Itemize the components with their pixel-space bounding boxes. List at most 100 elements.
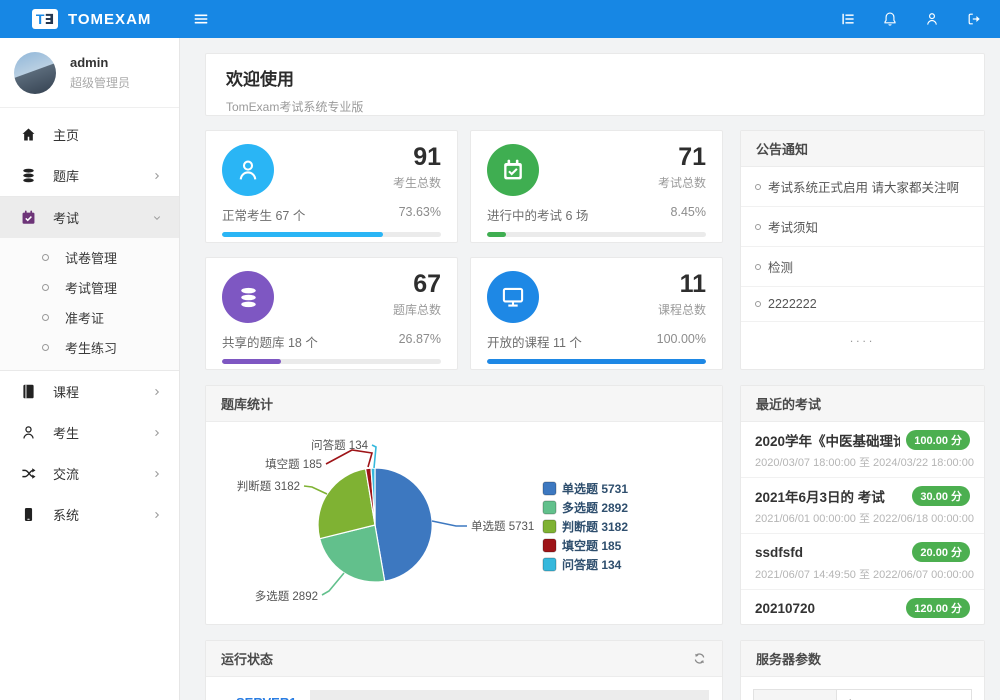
table-row: 服务器名称 demo-pro.tomexam.com bbox=[754, 690, 972, 700]
legend-item[interactable]: 判断题 3182 bbox=[543, 519, 628, 534]
stat-footer-text: 正常考生 67 个 bbox=[222, 205, 305, 224]
sidebar-item-home[interactable]: 主页 bbox=[0, 114, 179, 155]
sidebar-subitem-label: 准考证 bbox=[65, 308, 104, 327]
announcement-text: 考试须知 bbox=[768, 217, 818, 236]
pie-label: 问答题 134 bbox=[311, 438, 368, 452]
announcement-list: 考试系统正式启用 请大家都关注啊考试须知检测2222222 bbox=[741, 167, 984, 322]
brand-text: TOMEXAM bbox=[68, 11, 151, 28]
announcement-item[interactable]: 检测 bbox=[741, 247, 984, 287]
sidebar-subitem-admission-ticket[interactable]: 准考证 bbox=[0, 302, 179, 332]
page-title: 欢迎使用 bbox=[226, 65, 964, 90]
sidebar-group-system: 系统 bbox=[0, 494, 179, 535]
exam-date-range: 2021/07/20 18:36:10 至 2022/07/20 00:00:0… bbox=[755, 622, 970, 625]
sidebar-item-label: 题库 bbox=[53, 166, 151, 185]
sidebar-item-examinee[interactable]: 考生 bbox=[0, 412, 179, 453]
sidebar-item-communication[interactable]: 交流 bbox=[0, 453, 179, 494]
menu-toggle-button[interactable] bbox=[192, 10, 210, 28]
svg-text:单选题 5731: 单选题 5731 bbox=[562, 481, 628, 496]
exam-item[interactable]: 2021年6月3日的 考试 30.00 分 2021/06/01 00:00:0… bbox=[741, 478, 984, 534]
legend-item[interactable]: 多选题 2892 bbox=[543, 500, 628, 515]
question-stats-pie-chart: 单选题 5731 多选题 2892 判断题 3182 填空题 185 问答题 134 单选… bbox=[206, 422, 722, 625]
progress-fill bbox=[487, 232, 506, 237]
sidebar-group-question-bank: 题库 bbox=[0, 155, 179, 196]
app-root: T∃ TOMEXAM admin 超级管理员 主页题库考试试卷管理考试管理准考证… bbox=[0, 0, 1000, 700]
sidebar-item-question-bank[interactable]: 题库 bbox=[0, 155, 179, 196]
sidebar-subitem-label: 试卷管理 bbox=[65, 248, 117, 267]
bell-icon[interactable] bbox=[882, 11, 898, 27]
stat-footer-text: 共享的题库 18 个 bbox=[222, 332, 318, 351]
exam-item[interactable]: 20210720 120.00 分 2021/07/20 18:36:10 至 … bbox=[741, 590, 984, 625]
sidebar-item-exam[interactable]: 考试 bbox=[0, 197, 179, 238]
exam-item[interactable]: 2020学年《中医基础理论》 100.00 分 2020/03/07 18:00… bbox=[741, 422, 984, 478]
announcement-item[interactable]: 2222222 bbox=[741, 287, 984, 322]
brand[interactable]: T∃ TOMEXAM bbox=[0, 9, 180, 29]
sidebar-group-exam: 考试试卷管理考试管理准考证考生练习 bbox=[0, 196, 179, 371]
sidebar-subitem-examinee-practice[interactable]: 考生练习 bbox=[0, 332, 179, 362]
sidebar-item-label: 课程 bbox=[53, 382, 151, 401]
sidebar-item-label: 考试 bbox=[53, 208, 151, 227]
sidebar-group-home: 主页 bbox=[0, 114, 179, 155]
stat-value: 67 bbox=[274, 271, 441, 297]
pie-label: 单选题 5731 bbox=[471, 520, 534, 533]
topbar-actions bbox=[840, 11, 1000, 27]
circle-icon bbox=[755, 224, 761, 230]
stat-percent: 8.45% bbox=[671, 205, 706, 224]
stat-footer-text: 进行中的考试 6 场 bbox=[487, 205, 588, 224]
announcements-more[interactable]: .... bbox=[741, 322, 984, 354]
run-status-chart-area bbox=[310, 690, 709, 700]
recent-exams-panel: 最近的考试 2020学年《中医基础理论》 100.00 分 2020/03/07… bbox=[740, 385, 985, 625]
circle-icon bbox=[755, 301, 761, 307]
circle-icon bbox=[755, 184, 761, 190]
announcement-item[interactable]: 考试须知 bbox=[741, 207, 984, 247]
server-tab[interactable]: SERVER1 bbox=[236, 690, 296, 700]
stat-label: 题库总数 bbox=[274, 301, 441, 318]
score-badge: 120.00 分 bbox=[906, 598, 970, 618]
sidebar-item-course[interactable]: 课程 bbox=[0, 371, 179, 412]
pie-callout-line bbox=[432, 521, 467, 526]
sidebar-item-label: 主页 bbox=[53, 125, 163, 144]
server-name-label: 服务器名称 bbox=[754, 690, 837, 700]
sidebar-subitem-exam-management[interactable]: 考试管理 bbox=[0, 272, 179, 302]
sidebar-group-examinee: 考生 bbox=[0, 412, 179, 453]
user-role: 超级管理员 bbox=[70, 74, 130, 91]
sidebar-menu: 主页题库考试试卷管理考试管理准考证考生练习课程考生交流系统 bbox=[0, 108, 179, 535]
sidebar-item-system[interactable]: 系统 bbox=[0, 494, 179, 535]
user-block[interactable]: admin 超级管理员 bbox=[0, 38, 179, 108]
chevron-right-icon bbox=[151, 468, 163, 480]
pie-label: 填空题 185 bbox=[265, 457, 322, 471]
sidebar-subitem-paper-management[interactable]: 试卷管理 bbox=[0, 242, 179, 272]
logout-icon[interactable] bbox=[966, 11, 982, 27]
announcement-item[interactable]: 考试系统正式启用 请大家都关注啊 bbox=[741, 167, 984, 207]
sidebar-item-label: 系统 bbox=[53, 505, 151, 524]
circle-icon bbox=[42, 314, 49, 321]
sidebar-group-communication: 交流 bbox=[0, 453, 179, 494]
legend-item[interactable]: 单选题 5731 bbox=[543, 481, 628, 496]
stat-card-examinees: 91 考生总数 正常考生 67 个 73.63% bbox=[205, 130, 458, 243]
user-icon[interactable] bbox=[924, 11, 940, 27]
legend-item[interactable]: 填空题 185 bbox=[543, 538, 622, 553]
device-icon bbox=[20, 506, 38, 523]
server-name-value: demo-pro.tomexam.com bbox=[836, 690, 971, 700]
pie-slice-1[interactable] bbox=[375, 468, 432, 581]
exam-item[interactable]: ssdfsfd 20.00 分 2021/06/07 14:49:50 至 20… bbox=[741, 534, 984, 590]
legend-item[interactable]: 问答题 134 bbox=[543, 557, 622, 572]
monitor-icon bbox=[487, 271, 539, 323]
pie-callout-line bbox=[322, 573, 344, 595]
exam-name: 2020学年《中医基础理论》 bbox=[755, 430, 900, 450]
refresh-icon[interactable] bbox=[692, 651, 707, 666]
list-icon[interactable] bbox=[840, 11, 856, 27]
announcements-panel: 公告通知 考试系统正式启用 请大家都关注啊考试须知检测2222222 .... bbox=[740, 130, 985, 370]
progress-fill bbox=[222, 232, 383, 237]
pie-callout-line bbox=[372, 445, 376, 468]
database-icon bbox=[222, 271, 274, 323]
exam-list: 2020学年《中医基础理论》 100.00 分 2020/03/07 18:00… bbox=[741, 422, 984, 625]
stat-value: 11 bbox=[539, 271, 706, 297]
stat-card-question-banks: 67 题库总数 共享的题库 18 个 26.87% bbox=[205, 257, 458, 370]
shuffle-icon bbox=[20, 465, 38, 482]
calendar-icon bbox=[487, 144, 539, 196]
chevron-right-icon bbox=[151, 427, 163, 439]
announcement-text: 考试系统正式启用 请大家都关注啊 bbox=[768, 177, 959, 196]
pie-callout-line bbox=[304, 486, 327, 494]
announcements-title: 公告通知 bbox=[756, 139, 808, 158]
exam-date-range: 2021/06/07 14:49:50 至 2022/06/07 00:00:0… bbox=[755, 566, 970, 582]
